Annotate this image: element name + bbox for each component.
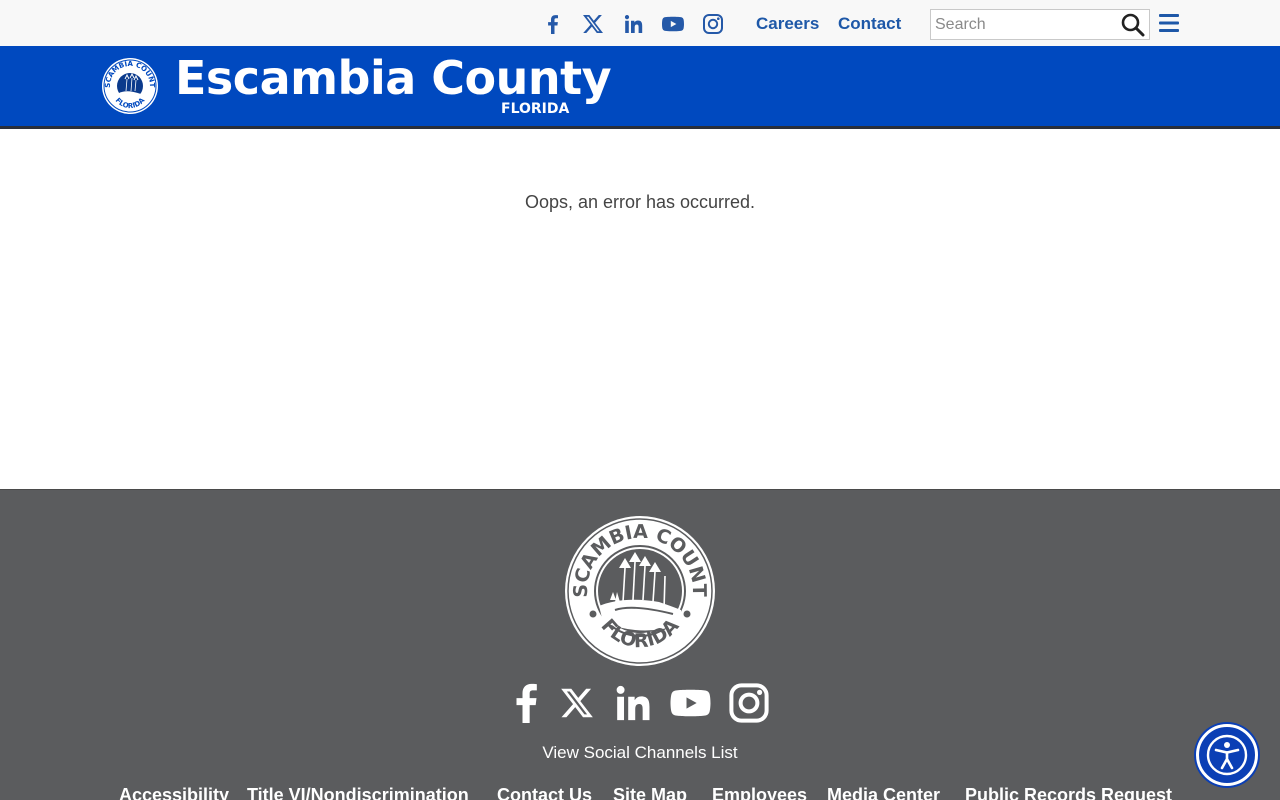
x-icon[interactable] [581,12,605,36]
search-icon[interactable] [1120,12,1146,38]
footer-link-media-center[interactable]: Media Center [827,784,940,800]
linkedin-icon[interactable] [613,683,651,723]
error-message: Oops, an error has occurred. [524,192,756,212]
careers-link[interactable]: Careers [756,14,819,34]
facebook-icon[interactable] [512,683,540,723]
hamburger-menu-icon[interactable] [1158,12,1180,34]
contact-link[interactable]: Contact [838,14,901,34]
instagram-icon[interactable] [729,683,769,723]
footer-link-contact-us[interactable]: Contact Us [497,784,592,800]
search-box [930,9,1150,40]
header-divider [0,126,1280,129]
footer-link-public-records[interactable]: Public Records Request [965,784,1172,800]
site-title[interactable]: Escambia County [175,50,612,106]
search-input[interactable] [931,10,1117,39]
youtube-icon[interactable] [668,683,713,723]
site-subtitle: FLORIDA [501,101,570,117]
utility-bar: Careers Contact [0,0,1280,46]
footer-link-employees[interactable]: Employees [712,784,807,800]
x-icon[interactable] [558,683,596,723]
youtube-icon[interactable] [661,12,685,36]
county-seal-logo[interactable]: ESCAMBIA COUNTY FLORIDA [97,51,159,115]
accessibility-widget-button[interactable] [1196,724,1258,786]
footer-link-accessibility[interactable]: Accessibility [119,784,229,800]
footer-county-seal: ESCAMBIA COUNTY FLORIDA [555,497,717,668]
footer-link-title-vi[interactable]: Title VI/Nondiscrimination [247,784,469,800]
footer-link-site-map[interactable]: Site Map [613,784,687,800]
site-footer: ESCAMBIA COUNTY FLORIDA View Social Chan… [0,489,1280,800]
accessibility-person-icon [1206,734,1248,776]
instagram-icon[interactable] [701,12,725,36]
footer-links: Accessibility Title VI/Nondiscrimination… [0,784,1280,800]
social-links-footer [0,683,1280,725]
view-social-channels-link[interactable]: View Social Channels List [0,742,1280,764]
facebook-icon[interactable] [541,12,565,36]
linkedin-icon[interactable] [621,12,645,36]
